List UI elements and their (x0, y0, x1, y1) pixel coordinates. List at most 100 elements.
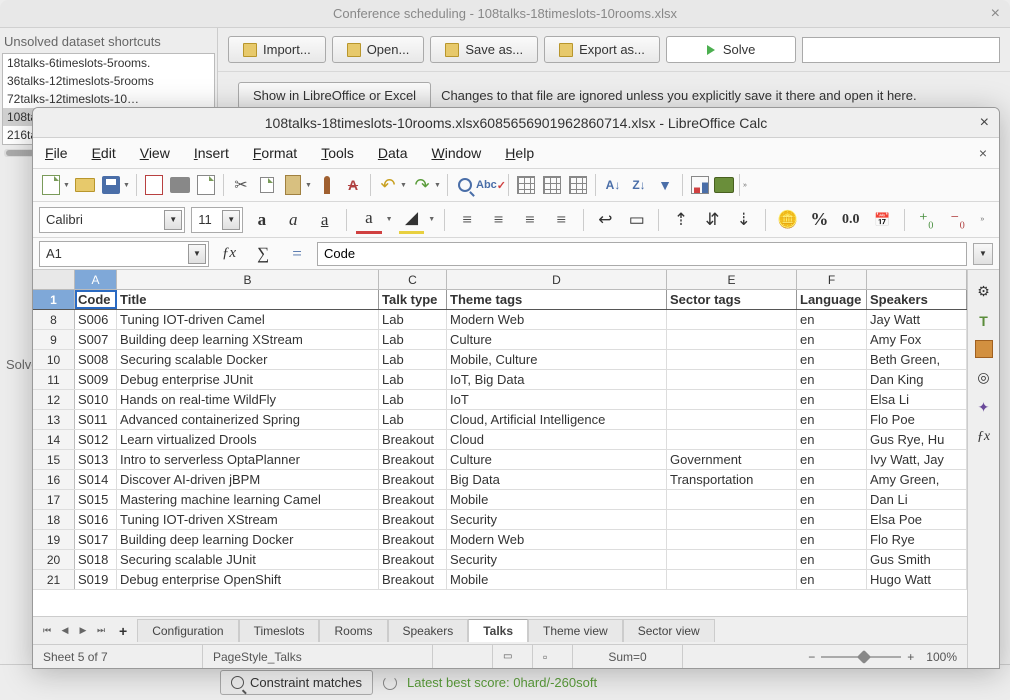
row-header[interactable]: 18 (33, 510, 75, 529)
cell[interactable]: en (797, 570, 867, 589)
cell[interactable]: en (797, 310, 867, 329)
sheet-tab-theme-view[interactable]: Theme view (528, 619, 623, 642)
align-center-icon[interactable]: ≡ (486, 206, 511, 234)
cell[interactable]: Lab (379, 330, 447, 349)
add-decimal-icon[interactable]: ⁺₀ (914, 206, 939, 234)
cell[interactable]: S008 (75, 350, 117, 369)
sidebar-settings-icon[interactable]: ⚙ (973, 280, 995, 302)
constraint-matches-button[interactable]: Constraint matches (220, 670, 373, 695)
sort-desc-icon[interactable]: Z↓ (627, 173, 651, 197)
show-in-office-button[interactable]: Show in LibreOffice or Excel (238, 82, 431, 109)
cell[interactable] (667, 350, 797, 369)
menu-insert[interactable]: Insert (194, 145, 229, 161)
cell[interactable]: Elsa Li (867, 390, 967, 409)
currency-icon[interactable]: 🪙 (775, 206, 800, 234)
cell[interactable]: en (797, 450, 867, 469)
clone-format-icon[interactable] (315, 173, 339, 197)
cell[interactable]: Debug enterprise JUnit (117, 370, 379, 389)
zoom-value[interactable]: 100% (926, 650, 957, 664)
import-button[interactable]: Import... (228, 36, 326, 63)
cell[interactable] (667, 510, 797, 529)
status-insert[interactable]: ▭ (493, 645, 533, 668)
cell[interactable]: Dan King (867, 370, 967, 389)
col-header[interactable] (867, 270, 967, 289)
cell[interactable]: S007 (75, 330, 117, 349)
zoom-out-icon[interactable]: − (808, 650, 815, 664)
cell[interactable]: Cloud (447, 430, 667, 449)
cell[interactable] (667, 370, 797, 389)
gallery-icon[interactable]: ◎ (973, 366, 995, 388)
saveas-button[interactable]: Save as... (430, 36, 538, 63)
cell[interactable]: Lab (379, 370, 447, 389)
cell[interactable]: en (797, 390, 867, 409)
cell[interactable]: Amy Green, (867, 470, 967, 489)
autofilter-icon[interactable]: ▼ (653, 173, 677, 197)
open-icon[interactable] (73, 173, 97, 197)
cell[interactable]: S017 (75, 530, 117, 549)
cell[interactable]: S009 (75, 370, 117, 389)
cell[interactable]: Language (797, 290, 867, 309)
image-icon[interactable] (714, 177, 734, 193)
row-header[interactable]: 20 (33, 550, 75, 569)
cell-icon[interactable] (566, 173, 590, 197)
cell[interactable]: Beth Green, (867, 350, 967, 369)
name-box[interactable]: A1▼ (39, 241, 209, 267)
percent-icon[interactable]: % (807, 206, 832, 234)
sheet-tab-configuration[interactable]: Configuration (137, 619, 238, 642)
sort-asc-icon[interactable]: A↓ (601, 173, 625, 197)
italic-icon[interactable]: a (281, 206, 306, 234)
print-icon[interactable] (168, 173, 192, 197)
row-header[interactable]: 8 (33, 310, 75, 329)
status-selection[interactable]: ▫ (533, 645, 573, 668)
sheet-tab-timeslots[interactable]: Timeslots (239, 619, 320, 642)
col-icon[interactable] (540, 173, 564, 197)
cell[interactable]: en (797, 550, 867, 569)
highlight-icon[interactable]: ◢ (399, 206, 424, 234)
align-justify-icon[interactable]: ≡ (548, 206, 573, 234)
row-header[interactable]: 21 (33, 570, 75, 589)
row-header[interactable]: 10 (33, 350, 75, 369)
cell[interactable]: en (797, 330, 867, 349)
cell[interactable]: Gus Rye, Hu (867, 430, 967, 449)
cell[interactable]: Security (447, 550, 667, 569)
list-item[interactable]: 36talks-12timeslots-5rooms (3, 72, 214, 90)
cell[interactable]: S011 (75, 410, 117, 429)
add-sheet-icon[interactable]: + (111, 621, 135, 641)
equals-icon[interactable]: = (283, 240, 311, 268)
align-right-icon[interactable]: ≡ (517, 206, 542, 234)
sheet-tab-talks[interactable]: Talks (468, 619, 528, 642)
parent-close-icon[interactable]: × (991, 5, 1000, 23)
cell[interactable]: Government (667, 450, 797, 469)
row-header[interactable]: 16 (33, 470, 75, 489)
cell[interactable]: en (797, 430, 867, 449)
search-field[interactable] (802, 37, 1000, 63)
bold-icon[interactable]: a (249, 206, 274, 234)
row-header[interactable]: 19 (33, 530, 75, 549)
valign-top-icon[interactable]: ⇡ (668, 206, 693, 234)
list-item[interactable]: 18talks-6timeslots-5rooms. (3, 54, 214, 72)
refresh-icon[interactable] (383, 676, 397, 690)
cell[interactable]: Mobile (447, 490, 667, 509)
cell[interactable]: Transportation (667, 470, 797, 489)
font-name-combo[interactable]: Calibri▼ (39, 207, 185, 233)
cell[interactable] (667, 410, 797, 429)
align-left-icon[interactable]: ≡ (454, 206, 479, 234)
cell[interactable]: Hugo Watt (867, 570, 967, 589)
cell[interactable]: IoT, Big Data (447, 370, 667, 389)
nav-first-icon[interactable]: ⏮ (39, 623, 55, 639)
cell[interactable]: Building deep learning XStream (117, 330, 379, 349)
col-header[interactable]: B (117, 270, 379, 289)
list-item[interactable]: 72talks-12timeslots-10… (3, 90, 214, 108)
cell[interactable]: Intro to serverless OptaPlanner (117, 450, 379, 469)
cell[interactable]: Lab (379, 410, 447, 429)
cell[interactable]: S014 (75, 470, 117, 489)
font-size-combo[interactable]: 11▼ (191, 207, 243, 233)
cell[interactable]: Breakout (379, 570, 447, 589)
cell[interactable]: en (797, 490, 867, 509)
cell[interactable]: S013 (75, 450, 117, 469)
cell[interactable] (667, 390, 797, 409)
cell[interactable]: Modern Web (447, 530, 667, 549)
properties-icon[interactable]: T (973, 310, 995, 332)
menu-tools[interactable]: Tools (321, 145, 354, 161)
clear-format-icon[interactable]: A (341, 173, 365, 197)
